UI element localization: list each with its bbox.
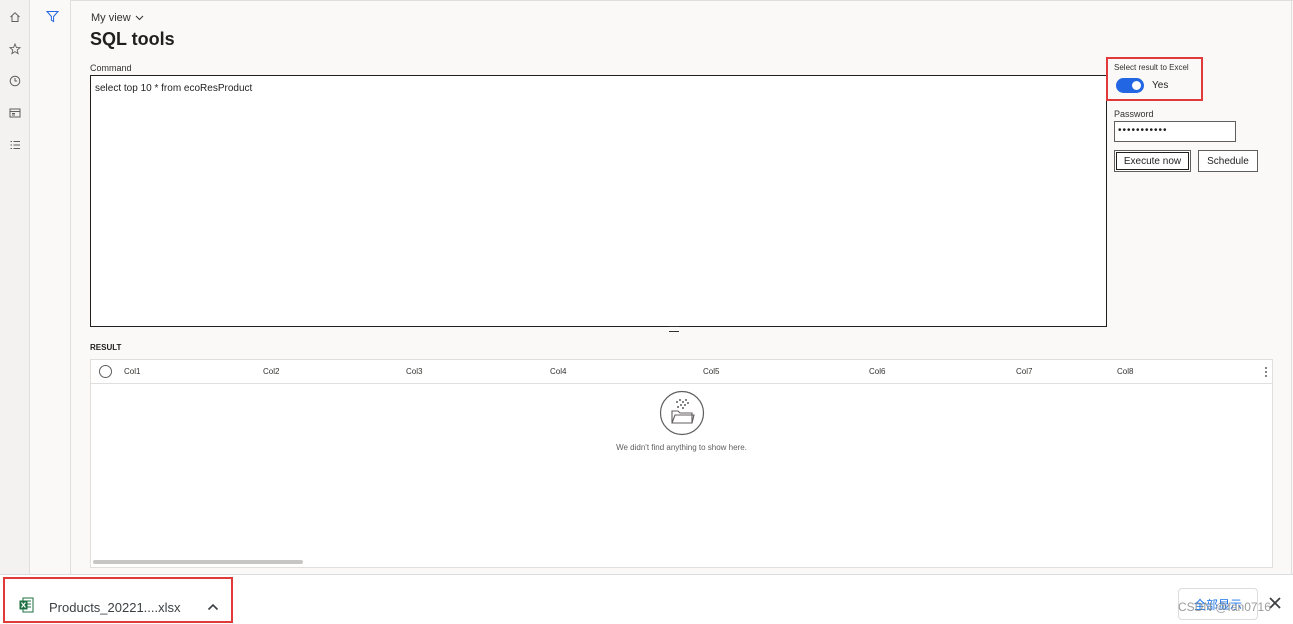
watermark: CSDN @fan0716 bbox=[1178, 600, 1271, 614]
column-header[interactable]: Col8 bbox=[1117, 367, 1133, 376]
star-icon[interactable] bbox=[7, 41, 23, 57]
clock-icon[interactable] bbox=[7, 73, 23, 89]
filter-icon[interactable] bbox=[44, 8, 60, 24]
list-icon[interactable] bbox=[7, 137, 23, 153]
result-grid: Col1 Col2 Col3 Col4 Col5 Col6 Col7 Col8 … bbox=[90, 359, 1273, 568]
toggle-knob bbox=[1132, 81, 1141, 90]
password-label: Password bbox=[1114, 109, 1154, 119]
divider bbox=[71, 0, 1293, 1]
empty-message: We didn't find anything to show here. bbox=[616, 443, 747, 452]
page-title: SQL tools bbox=[90, 29, 175, 49]
resize-handle[interactable] bbox=[669, 326, 679, 332]
password-field[interactable]: ••••••••••• bbox=[1114, 121, 1236, 142]
download-file-name: Products_20221....xlsx bbox=[49, 600, 181, 615]
result-label: RESULT bbox=[90, 343, 122, 352]
more-options-icon[interactable] bbox=[1263, 365, 1269, 379]
view-selector-label: My view bbox=[91, 12, 131, 24]
schedule-button[interactable]: Schedule bbox=[1198, 150, 1258, 172]
divider bbox=[1291, 0, 1292, 574]
command-textarea[interactable]: select top 10 * from ecoResProduct bbox=[90, 75, 1107, 327]
column-header[interactable]: Col2 bbox=[263, 367, 279, 376]
view-selector[interactable]: My view bbox=[91, 12, 144, 24]
download-bar: Products_20221....xlsx 全部显示 bbox=[0, 574, 1293, 624]
execute-now-button[interactable]: Execute now bbox=[1114, 150, 1191, 172]
chevron-up-icon[interactable] bbox=[207, 602, 219, 612]
home-icon[interactable] bbox=[7, 9, 23, 25]
download-item[interactable]: Products_20221....xlsx bbox=[3, 577, 233, 623]
grid-header: Col1 Col2 Col3 Col4 Col5 Col6 Col7 Col8 bbox=[91, 360, 1272, 384]
excel-toggle-label: Select result to Excel bbox=[1114, 63, 1189, 72]
chevron-down-icon bbox=[135, 15, 144, 21]
column-header[interactable]: Col5 bbox=[703, 367, 719, 376]
navigation-pane bbox=[0, 0, 30, 574]
app-window: My view SQL tools Command select top 10 … bbox=[0, 0, 1293, 624]
excel-toggle-state: Yes bbox=[1152, 80, 1169, 91]
excel-file-icon bbox=[19, 597, 34, 613]
column-header[interactable]: Col4 bbox=[550, 367, 566, 376]
column-header[interactable]: Col6 bbox=[869, 367, 885, 376]
command-label: Command bbox=[90, 63, 132, 73]
workspace-icon[interactable] bbox=[7, 105, 23, 121]
empty-folder-icon bbox=[659, 390, 705, 436]
select-all-radio[interactable] bbox=[99, 365, 112, 378]
column-header[interactable]: Col1 bbox=[124, 367, 140, 376]
filter-pane bbox=[33, 0, 71, 574]
column-header[interactable]: Col7 bbox=[1016, 367, 1032, 376]
column-header[interactable]: Col3 bbox=[406, 367, 422, 376]
excel-toggle[interactable] bbox=[1116, 78, 1144, 93]
horizontal-scrollbar[interactable] bbox=[93, 560, 303, 564]
